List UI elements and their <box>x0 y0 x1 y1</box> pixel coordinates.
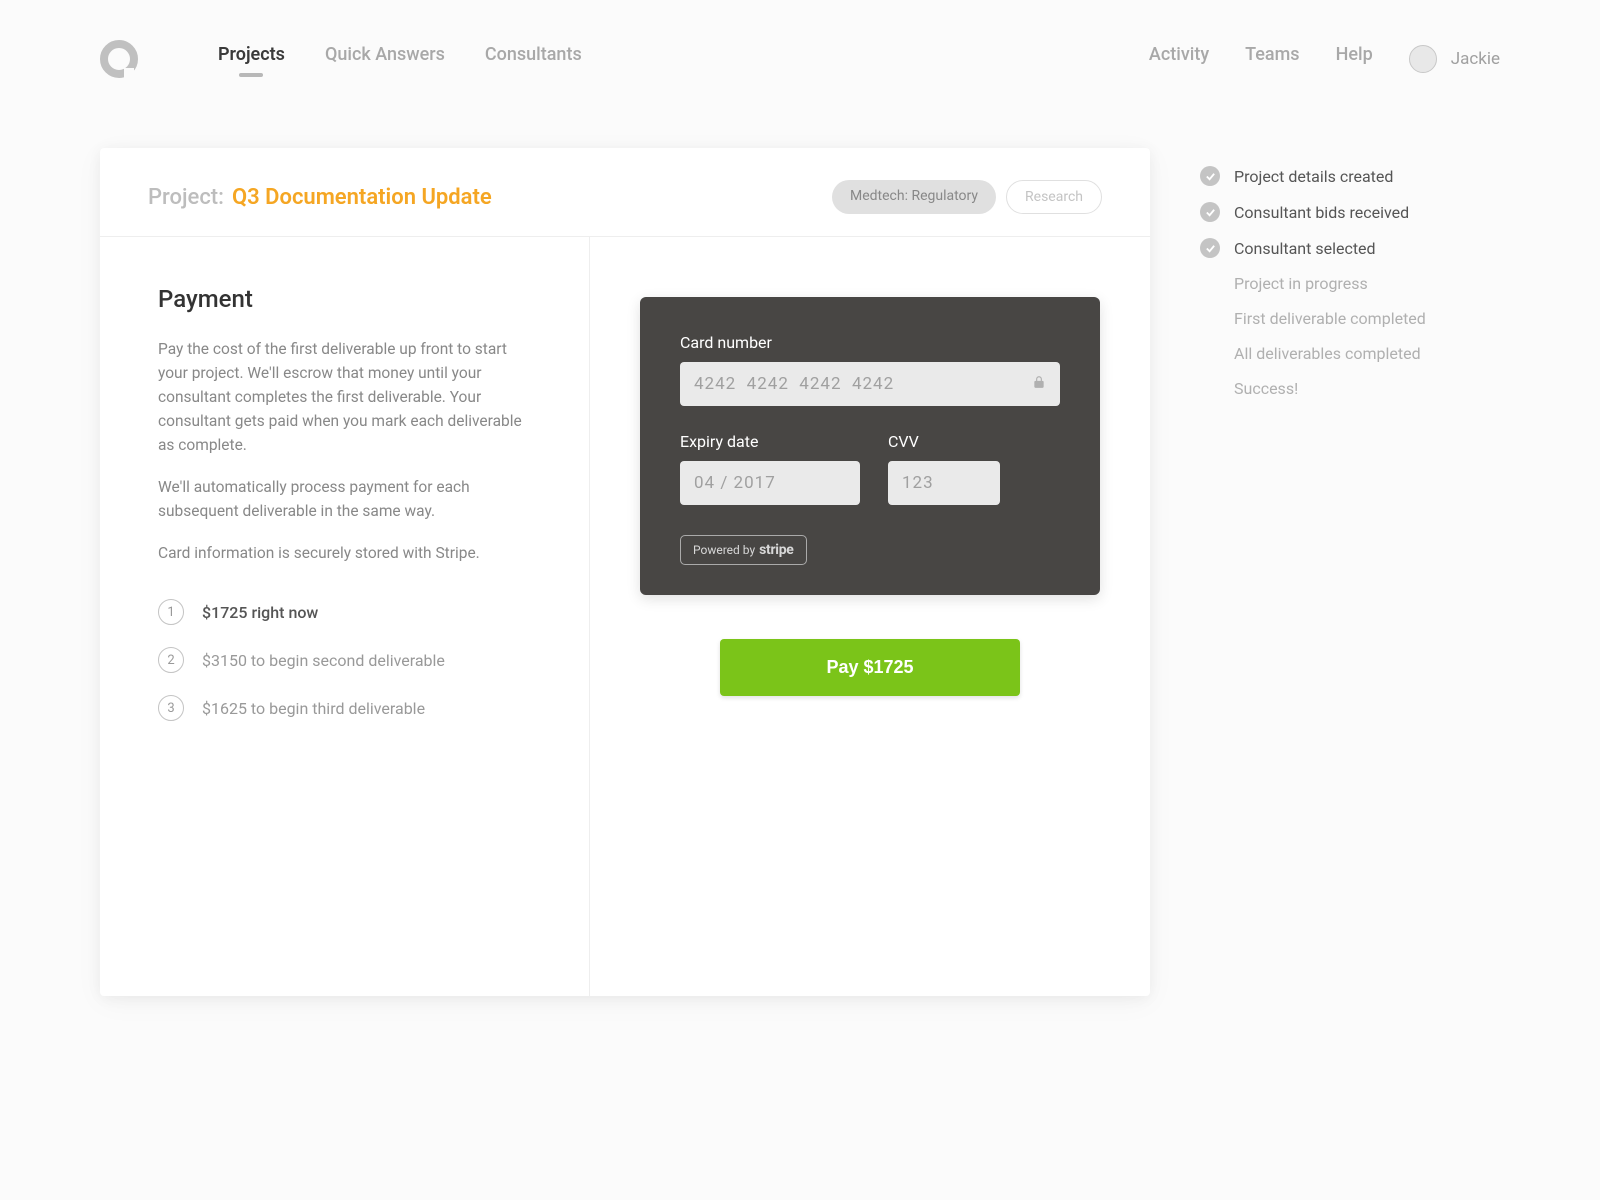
tag-research[interactable]: Research <box>1006 180 1102 214</box>
progress-step-2: Consultant bids received <box>1200 202 1500 222</box>
check-icon <box>1200 166 1220 186</box>
payment-schedule-text: $1725 right now <box>202 603 318 622</box>
project-card: Project: Q3 Documentation Update Medtech… <box>100 148 1150 996</box>
powered-by-text: Powered by <box>693 543 755 557</box>
payment-form-panel: Card number Expiry date CVV <box>590 237 1150 996</box>
lock-icon <box>1032 375 1046 393</box>
payment-info-panel: Payment Pay the cost of the first delive… <box>100 237 590 996</box>
progress-step-1: Project details created <box>1200 166 1500 186</box>
nav-right: Activity Teams Help Jackie <box>1149 44 1500 75</box>
progress-step-label: Project in progress <box>1234 274 1368 293</box>
progress-step-label: Consultant selected <box>1234 239 1376 258</box>
card-number-label: Card number <box>680 333 1060 352</box>
stripe-logo-text: stripe <box>759 542 793 558</box>
progress-step-5: First deliverable completed <box>1200 309 1500 328</box>
cvv-input[interactable] <box>888 461 1000 505</box>
payment-heading: Payment <box>158 285 531 313</box>
progress-step-6: All deliverables completed <box>1200 344 1500 363</box>
project-label: Project: <box>148 185 224 210</box>
card-number-input[interactable] <box>680 362 1060 406</box>
top-header: Projects Quick Answers Consultants Activit… <box>0 0 1600 108</box>
payment-schedule-item-3: 3 $1625 to begin third deliverable <box>158 695 531 721</box>
payment-paragraph-2: We'll automatically process payment for … <box>158 475 531 523</box>
payment-schedule-text: $1625 to begin third deliverable <box>202 699 425 718</box>
progress-steps: Project details created Consultant bids r… <box>1200 148 1500 414</box>
step-number-icon: 1 <box>158 599 184 625</box>
pay-button[interactable]: Pay $1725 <box>720 639 1020 696</box>
progress-step-3: Consultant selected <box>1200 238 1500 258</box>
username-label: Jackie <box>1451 49 1500 69</box>
avatar-icon <box>1409 45 1437 73</box>
credit-card-form: Card number Expiry date CVV <box>640 297 1100 595</box>
progress-step-label: Consultant bids received <box>1234 203 1409 222</box>
user-menu[interactable]: Jackie <box>1409 45 1500 73</box>
tag-medtech-regulatory[interactable]: Medtech: Regulatory <box>832 180 996 214</box>
step-number-icon: 2 <box>158 647 184 673</box>
nav-item-activity[interactable]: Activity <box>1149 44 1209 75</box>
nav-item-quick-answers[interactable]: Quick Answers <box>325 44 445 75</box>
progress-step-label: First deliverable completed <box>1234 309 1426 328</box>
nav-item-help[interactable]: Help <box>1336 44 1373 75</box>
project-name: Q3 Documentation Update <box>232 185 492 210</box>
payment-schedule-text: $3150 to begin second deliverable <box>202 651 445 670</box>
stripe-badge: Powered by stripe <box>680 535 807 565</box>
check-icon <box>1200 238 1220 258</box>
progress-step-label: Project details created <box>1234 167 1393 186</box>
payment-schedule-item-2: 2 $3150 to begin second deliverable <box>158 647 531 673</box>
check-icon <box>1200 202 1220 222</box>
payment-schedule: 1 $1725 right now 2 $3150 to begin second d… <box>158 599 531 721</box>
progress-step-7: Success! <box>1200 379 1500 398</box>
expiry-input[interactable] <box>680 461 860 505</box>
project-tags: Medtech: Regulatory Research <box>832 180 1102 214</box>
logo-icon[interactable] <box>100 40 138 78</box>
progress-step-4: Project in progress <box>1200 274 1500 293</box>
step-number-icon: 3 <box>158 695 184 721</box>
payment-paragraph-3: Card information is securely stored with… <box>158 541 531 565</box>
payment-paragraph-1: Pay the cost of the first deliverable up… <box>158 337 531 457</box>
expiry-label: Expiry date <box>680 432 860 451</box>
nav-item-consultants[interactable]: Consultants <box>485 44 582 75</box>
payment-schedule-item-1: 1 $1725 right now <box>158 599 531 625</box>
card-header: Project: Q3 Documentation Update Medtech… <box>100 148 1150 236</box>
nav-left: Projects Quick Answers Consultants <box>218 44 582 75</box>
nav-item-teams[interactable]: Teams <box>1245 44 1299 75</box>
progress-step-label: Success! <box>1234 379 1298 398</box>
nav-item-projects[interactable]: Projects <box>218 44 285 75</box>
cvv-label: CVV <box>888 432 1000 451</box>
progress-step-label: All deliverables completed <box>1234 344 1421 363</box>
